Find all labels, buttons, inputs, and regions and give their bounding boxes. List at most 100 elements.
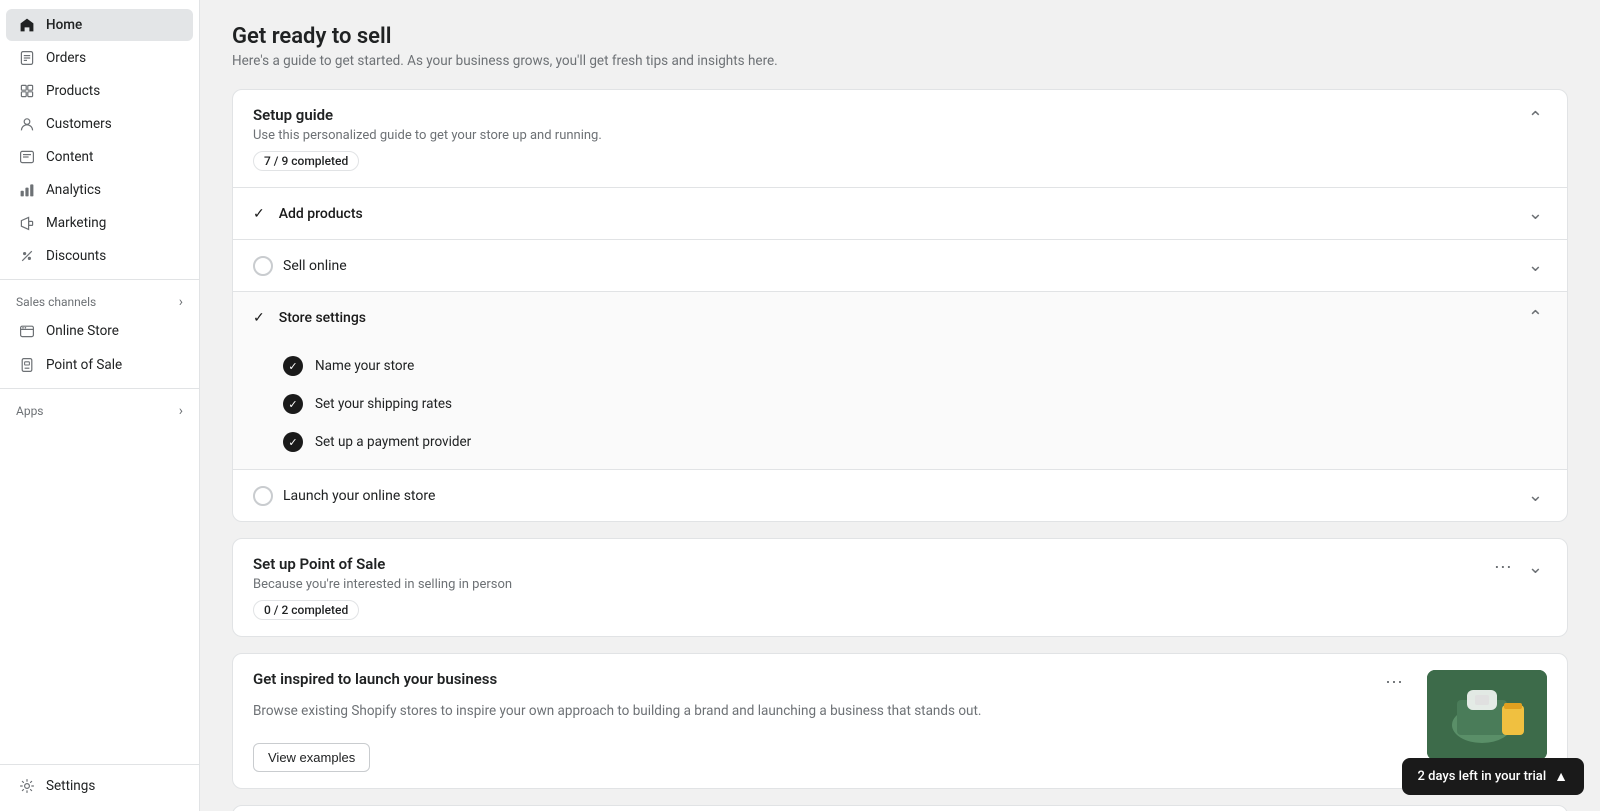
- add-products-label: Add products: [279, 206, 363, 222]
- launch-store-label: Launch your online store: [283, 488, 435, 504]
- inspiration-card-content: Get inspired to launch your business ⋯ B…: [253, 670, 1407, 772]
- shopify-magic-card-inner: Write product descriptions in seconds ⋯ …: [233, 806, 1567, 811]
- sell-online-label: Sell online: [283, 258, 347, 274]
- sidebar-item-orders-label: Orders: [46, 50, 86, 66]
- sidebar-item-home[interactable]: Home: [6, 9, 193, 41]
- sidebar: Home Orders Prod: [0, 0, 200, 811]
- store-settings-header-left: ✓ Store settings: [253, 310, 366, 326]
- launch-store-expand-btn[interactable]: ⌄: [1524, 483, 1547, 508]
- store-setting-row-2: ✓ Set up a payment provider: [233, 423, 1567, 461]
- guide-item-store-settings: ✓ Store settings ⌃ ✓ Name your store ✓ S…: [233, 291, 1567, 469]
- setup-guide-progress-badge: 7 / 9 completed: [253, 151, 359, 171]
- add-products-expand-btn[interactable]: ⌄: [1524, 201, 1547, 226]
- store-setting-label-1: Set your shipping rates: [315, 396, 452, 412]
- guide-item-add-products[interactable]: ✓ Add products ⌄: [233, 187, 1567, 239]
- inspiration-title-row: Get inspired to launch your business ⋯: [253, 670, 1407, 695]
- sell-online-check-icon: [253, 256, 273, 276]
- setup-guide-card: Setup guide Use this personalized guide …: [232, 89, 1568, 522]
- pos-expand-btn[interactable]: ⌄: [1524, 555, 1547, 580]
- inspiration-more-btn[interactable]: ⋯: [1381, 670, 1407, 695]
- store-settings-items: ✓ Name your store ✓ Set your shipping ra…: [233, 343, 1567, 469]
- store-setting-label-2: Set up a payment provider: [315, 434, 471, 450]
- pos-more-btn[interactable]: ⋯: [1490, 555, 1516, 580]
- pos-card-header: Set up Point of Sale Because you're inte…: [233, 539, 1567, 636]
- sidebar-item-customers-label: Customers: [46, 116, 112, 132]
- sidebar-item-customers[interactable]: Customers: [6, 108, 193, 140]
- inspiration-card: Get inspired to launch your business ⋯ B…: [232, 653, 1568, 789]
- online-store-icon: [18, 322, 36, 340]
- sidebar-item-discounts[interactable]: Discounts: [6, 240, 193, 272]
- trial-badge-label: 2 days left in your trial: [1418, 769, 1547, 784]
- sidebar-item-content[interactable]: Content: [6, 141, 193, 173]
- customers-icon: [18, 115, 36, 133]
- sidebar-item-settings-label: Settings: [46, 778, 95, 794]
- sales-channels-chevron[interactable]: ›: [179, 294, 183, 310]
- products-icon: [18, 82, 36, 100]
- sidebar-item-pos-label: Point of Sale: [46, 357, 122, 373]
- sales-channels-title: Sales channels: [16, 295, 96, 309]
- guide-item-launch-store-left: Launch your online store: [253, 486, 435, 506]
- sidebar-item-analytics-label: Analytics: [46, 182, 101, 198]
- sidebar-item-orders[interactable]: Orders: [6, 42, 193, 74]
- sell-online-expand-btn[interactable]: ⌄: [1524, 253, 1547, 278]
- pos-card-actions: ⋯ ⌄: [1490, 555, 1547, 580]
- guide-item-sell-online[interactable]: Sell online ⌄: [233, 239, 1567, 291]
- pos-icon: [18, 356, 36, 374]
- store-setting-check-1: ✓: [283, 394, 303, 414]
- trial-badge-chevron: ▲: [1554, 768, 1568, 785]
- store-settings-collapse-btn[interactable]: ⌃: [1524, 305, 1547, 330]
- pos-card-progress-badge: 0 / 2 completed: [253, 600, 359, 620]
- apps-section: Apps ›: [0, 395, 199, 423]
- store-settings-header[interactable]: ✓ Store settings ⌃: [233, 292, 1567, 343]
- discounts-icon: [18, 247, 36, 265]
- home-icon: [18, 16, 36, 34]
- store-settings-check-symbol: ✓: [253, 310, 265, 326]
- sidebar-item-marketing-label: Marketing: [46, 215, 106, 231]
- sidebar-item-home-label: Home: [46, 17, 82, 33]
- add-products-check-symbol: ✓: [253, 206, 265, 222]
- inspiration-image-svg: [1427, 670, 1547, 760]
- sidebar-item-online-store-label: Online Store: [46, 323, 119, 339]
- page-subtitle: Here's a guide to get started. As your b…: [232, 53, 1568, 69]
- inspiration-card-title: Get inspired to launch your business: [253, 670, 497, 688]
- guide-item-sell-online-left: Sell online: [253, 256, 347, 276]
- guide-item-add-products-left: ✓ Add products: [253, 206, 363, 222]
- store-setting-label-0: Name your store: [315, 358, 414, 374]
- pos-card: Set up Point of Sale Because you're inte…: [232, 538, 1568, 637]
- sidebar-item-analytics[interactable]: Analytics: [6, 174, 193, 206]
- pos-card-header-left: Set up Point of Sale Because you're inte…: [253, 555, 1490, 620]
- sidebar-item-discounts-label: Discounts: [46, 248, 106, 264]
- marketing-icon: [18, 214, 36, 232]
- setup-guide-header-left: Setup guide Use this personalized guide …: [253, 106, 1524, 171]
- store-setting-row-1: ✓ Set your shipping rates: [233, 385, 1567, 423]
- setup-guide-header-actions: ⌃: [1524, 106, 1547, 131]
- setup-guide-collapse-btn[interactable]: ⌃: [1524, 106, 1547, 131]
- sales-channels-section: Sales channels ›: [0, 286, 199, 314]
- store-setting-check-0: ✓: [283, 356, 303, 376]
- trial-badge[interactable]: 2 days left in your trial ▲: [1402, 758, 1584, 795]
- shopify-magic-card: Write product descriptions in seconds ⋯ …: [232, 805, 1568, 811]
- main-nav: Home Orders Prod: [0, 8, 199, 273]
- guide-item-launch-store[interactable]: Launch your online store ⌄: [233, 469, 1567, 521]
- launch-store-check-icon: [253, 486, 273, 506]
- store-setting-row-0: ✓ Name your store: [233, 347, 1567, 385]
- sidebar-divider-1: [0, 279, 199, 280]
- sidebar-divider-2: [0, 388, 199, 389]
- sidebar-item-settings[interactable]: Settings: [6, 770, 193, 802]
- setup-guide-title: Setup guide: [253, 106, 1524, 124]
- sidebar-item-products[interactable]: Products: [6, 75, 193, 107]
- inspiration-view-btn[interactable]: View examples: [253, 743, 370, 772]
- content-icon: [18, 148, 36, 166]
- apps-title: Apps: [16, 404, 44, 418]
- apps-chevron[interactable]: ›: [179, 403, 183, 419]
- inspiration-card-inner: Get inspired to launch your business ⋯ B…: [233, 654, 1567, 788]
- orders-icon: [18, 49, 36, 67]
- sidebar-item-online-store[interactable]: Online Store: [6, 315, 193, 347]
- setup-guide-subtitle: Use this personalized guide to get your …: [253, 128, 1524, 143]
- main-content: Get ready to sell Here's a guide to get …: [200, 0, 1600, 811]
- sidebar-item-marketing[interactable]: Marketing: [6, 207, 193, 239]
- analytics-icon: [18, 181, 36, 199]
- sidebar-item-pos[interactable]: Point of Sale: [6, 349, 193, 381]
- store-setting-check-2: ✓: [283, 432, 303, 452]
- settings-icon: [18, 777, 36, 795]
